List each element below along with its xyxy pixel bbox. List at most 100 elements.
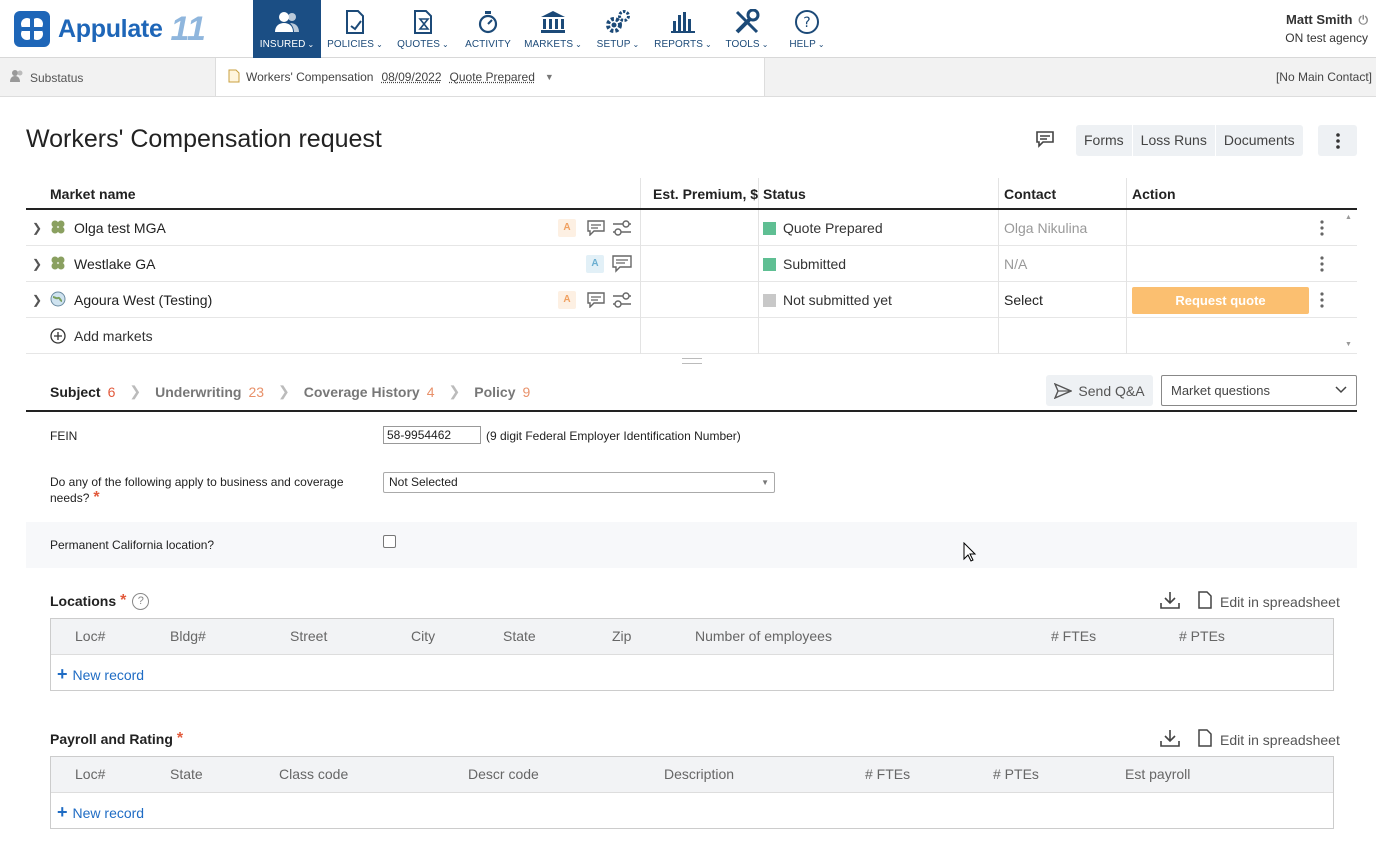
payroll-new-record-button[interactable]: + New record [57,802,144,823]
locations-new-record-button[interactable]: + New record [57,664,144,685]
svg-text:?: ? [803,15,810,31]
nav-markets[interactable]: MARKETS ⌄ [519,0,587,58]
market-name[interactable]: Olga test MGA [74,220,166,236]
business-needs-label-line2: needs? [50,491,90,505]
nav-activity[interactable]: ACTIVITY [457,0,519,58]
comment-icon[interactable] [585,217,607,239]
market-row[interactable]: ❯ Agoura West (Testing) A Not submitted … [26,282,1357,318]
chevron-right-icon[interactable]: ❯ [32,282,42,318]
locations-section-title: Locations * ? [50,592,150,610]
row-kebab-icon[interactable] [1320,246,1324,282]
help-circle-icon: ? [794,9,820,35]
comment-icon[interactable] [611,253,633,275]
download-icon[interactable] [1160,729,1180,750]
caret-down-icon[interactable]: ▼ [545,72,554,82]
policy-status[interactable]: Quote Prepared [450,70,535,84]
power-icon[interactable]: ⏻ [1359,13,1369,28]
col-est-payroll: Est payroll [1125,766,1191,782]
download-icon[interactable] [1160,591,1180,612]
chevron-right-icon[interactable]: ❯ [32,246,42,282]
clover-market-icon [50,255,66,274]
substatus-control[interactable]: Substatus [10,70,83,85]
filter-sliders-icon[interactable] [611,217,633,239]
add-markets-row: Add markets [26,318,1357,354]
question-tabs: Subject 6 ❯ Underwriting 23 ❯ Coverage His… [50,383,530,400]
policy-date[interactable]: 08/09/2022 [381,70,441,84]
resize-handle[interactable] [682,358,702,364]
locations-grid-header: Loc# Bldg# Street City State Zip Number … [51,619,1333,655]
market-name[interactable]: Agoura West (Testing) [74,292,212,308]
market-contact-select[interactable]: Select [1004,282,1043,318]
market-row[interactable]: ❯ Olga test MGA A Quote Prepared Olga Ni… [26,210,1357,246]
payroll-tools: Edit in spreadsheet [1160,729,1340,750]
nav-label: INSURED [259,39,306,50]
nav-label: POLICIES [327,39,375,50]
fein-input[interactable]: 58-9954462 [383,426,481,444]
fein-hint: (9 digit Federal Employer Identification… [486,429,741,443]
forms-button[interactable]: Forms [1076,125,1133,156]
plus-icon: + [57,802,68,822]
tab-label: Subject [50,383,101,400]
tab-underwriting[interactable]: Underwriting 23 [155,383,264,400]
tab-coverage-history[interactable]: Coverage History 4 [304,383,435,400]
nav-label: ACTIVITY [465,39,511,50]
payroll-grid: Loc# State Class code Descr code Descrip… [50,756,1334,829]
market-contact[interactable]: Olga Nikulina [1004,210,1087,246]
comment-icon[interactable] [585,289,607,311]
request-quote-button[interactable]: Request quote [1132,286,1309,314]
nav-insured[interactable]: INSURED ⌄ [253,0,321,58]
status-indicator [763,221,776,235]
document-icon [228,69,240,86]
row-kebab-icon[interactable] [1320,282,1324,318]
col-zip: Zip [612,628,632,644]
comment-icon[interactable] [1035,130,1055,153]
markets-scrollbar[interactable]: ▲ ▼ [1340,210,1357,355]
plus-icon: + [57,664,68,684]
business-needs-select[interactable]: Not Selected ▼ [383,472,775,493]
gears-icon [605,9,631,35]
nav-label: SETUP [596,39,631,50]
market-questions-dropdown[interactable]: Market questions [1161,375,1357,406]
bank-icon [540,9,566,35]
nav-policies[interactable]: POLICIES ⌄ [321,0,389,58]
send-qa-button[interactable]: Send Q&A [1046,375,1153,406]
tab-policy[interactable]: Policy 9 [474,383,530,400]
locations-edit-spreadsheet[interactable]: Edit in spreadsheet [1220,594,1340,610]
nav-setup[interactable]: SETUP ⌄ [587,0,649,58]
col-description: Description [664,766,735,782]
document-buttons: Forms Loss Runs Documents [1076,125,1303,156]
california-checkbox[interactable] [383,535,396,548]
main-contact-link[interactable]: [No Main Contact] [1276,70,1372,84]
market-name[interactable]: Westlake GA [74,256,155,272]
tab-label: Coverage History [303,383,420,400]
payroll-grid-header: Loc# State Class code Descr code Descrip… [51,757,1333,793]
filter-sliders-icon[interactable] [611,289,633,311]
more-options-button[interactable] [1318,125,1357,156]
col-loc: Loc# [75,766,106,782]
nav-quotes[interactable]: QUOTES ⌄ [389,0,457,58]
row-kebab-icon[interactable] [1320,210,1324,246]
loss-runs-button[interactable]: Loss Runs [1133,125,1216,156]
app-logo[interactable]: Appulate 11 [14,11,206,47]
payroll-edit-spreadsheet[interactable]: Edit in spreadsheet [1220,732,1340,748]
help-icon[interactable]: ? [132,592,150,610]
nav-reports[interactable]: REPORTS ⌄ [649,0,717,58]
nav-help[interactable]: ? HELP ⌄ [777,0,837,58]
col-ptes: # PTEs [1179,628,1225,644]
documents-button[interactable]: Documents [1216,125,1303,156]
caret-down-icon: ▼ [761,478,769,487]
col-ptes: # PTEs [993,766,1039,782]
market-row[interactable]: ❯ Westlake GA A Submitted N/A [26,246,1357,282]
tab-label: Policy [474,383,516,400]
add-markets-label: Add markets [74,328,153,344]
market-status: Not submitted yet [783,292,892,308]
user-name[interactable]: Matt Smith [1286,12,1352,27]
user-agency: ON test agency [1285,31,1368,45]
tab-subject[interactable]: Subject 6 [50,383,115,400]
policy-selector[interactable]: Workers' Compensation 08/09/2022 Quote P… [215,58,765,96]
chevron-right-icon[interactable]: ❯ [32,210,42,246]
nav-label: MARKETS [524,39,574,50]
add-markets-button[interactable]: Add markets [50,318,153,354]
business-needs-label-line1: Do any of the following apply to busines… [50,475,344,489]
nav-tools[interactable]: TOOLS ⌄ [717,0,777,58]
